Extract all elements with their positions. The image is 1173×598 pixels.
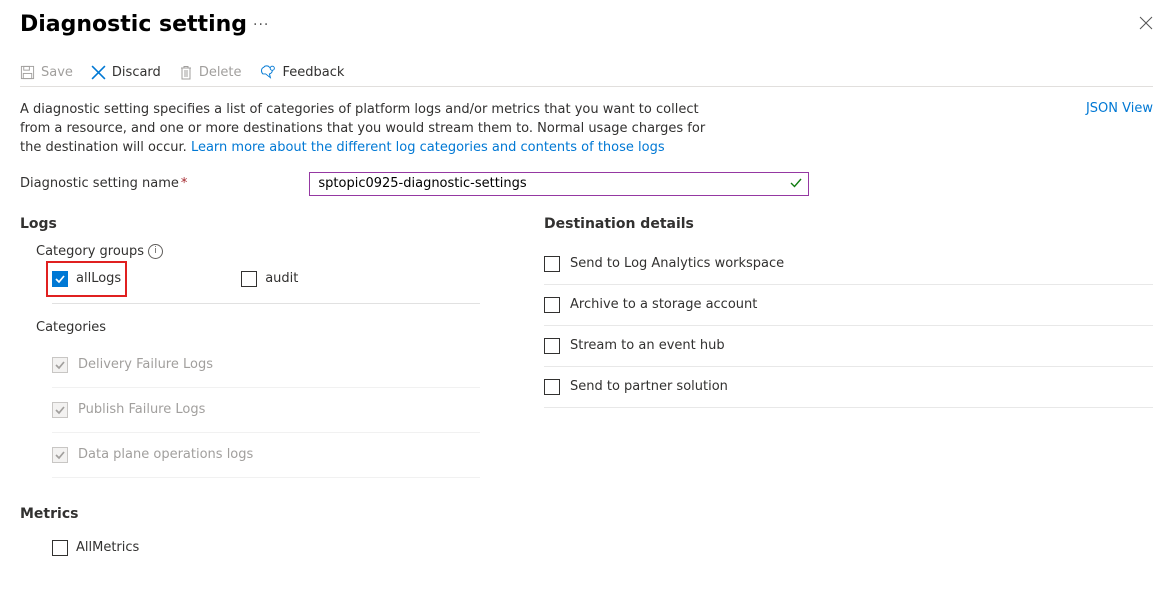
checkbox-dest-eh[interactable] — [544, 338, 560, 354]
dest-eh-label: Stream to an event hub — [570, 338, 725, 353]
category-delivery: Delivery Failure Logs — [52, 343, 480, 388]
checkbox-alllogs[interactable] — [52, 271, 68, 287]
checkbox-dataplane — [52, 447, 68, 463]
checkbox-delivery — [52, 357, 68, 373]
dest-partner-label: Send to partner solution — [570, 379, 728, 394]
metric-allmetrics[interactable]: AllMetrics — [52, 534, 480, 568]
dest-la-label: Send to Log Analytics workspace — [570, 256, 784, 271]
checkbox-audit[interactable] — [241, 271, 257, 287]
info-icon[interactable]: i — [148, 244, 163, 259]
discard-button[interactable]: Discard — [91, 65, 161, 80]
metric-allmetrics-label: AllMetrics — [76, 540, 139, 555]
checkbox-allmetrics[interactable] — [52, 540, 68, 556]
metrics-title: Metrics — [20, 506, 480, 522]
delete-label: Delete — [199, 65, 242, 80]
group-alllogs[interactable]: allLogs — [52, 267, 121, 291]
feedback-label: Feedback — [283, 65, 345, 80]
discard-icon — [91, 65, 106, 80]
checkbox-dest-storage[interactable] — [544, 297, 560, 313]
dest-storage[interactable]: Archive to a storage account — [544, 285, 1153, 326]
group-audit-label: audit — [265, 271, 298, 286]
toolbar: Save Discard Delete — [20, 65, 1153, 87]
group-alllogs-label: allLogs — [76, 271, 121, 286]
discard-label: Discard — [112, 65, 161, 80]
json-view-link[interactable]: JSON View — [1086, 101, 1153, 116]
close-icon[interactable] — [1139, 16, 1153, 34]
category-publish: Publish Failure Logs — [52, 388, 480, 433]
destination-title: Destination details — [544, 216, 1153, 232]
categories-header: Categories — [36, 320, 480, 335]
learn-more-link[interactable]: Learn more about the different log categ… — [191, 140, 665, 155]
intro-text: A diagnostic setting specifies a list of… — [20, 101, 720, 158]
logs-title: Logs — [20, 216, 480, 232]
save-label: Save — [41, 65, 73, 80]
group-audit[interactable]: audit — [241, 267, 298, 291]
category-publish-label: Publish Failure Logs — [78, 402, 205, 417]
delete-icon — [179, 65, 193, 80]
category-dataplane-label: Data plane operations logs — [78, 447, 253, 462]
dest-eventhub[interactable]: Stream to an event hub — [544, 326, 1153, 367]
checkbox-dest-la[interactable] — [544, 256, 560, 272]
save-icon — [20, 65, 35, 80]
checkbox-dest-partner[interactable] — [544, 379, 560, 395]
page-title: Diagnostic setting — [20, 12, 247, 37]
category-dataplane: Data plane operations logs — [52, 433, 480, 478]
feedback-icon — [260, 65, 277, 80]
checkbox-publish — [52, 402, 68, 418]
dest-log-analytics[interactable]: Send to Log Analytics workspace — [544, 244, 1153, 285]
diagnostic-name-input[interactable] — [309, 172, 809, 196]
name-label: Diagnostic setting name* — [20, 176, 187, 191]
save-button[interactable]: Save — [20, 65, 73, 80]
delete-button[interactable]: Delete — [179, 65, 242, 80]
category-groups-header: Category groups i — [36, 244, 480, 259]
valid-check-icon — [789, 176, 803, 194]
dest-partner[interactable]: Send to partner solution — [544, 367, 1153, 408]
dest-storage-label: Archive to a storage account — [570, 297, 757, 312]
category-delivery-label: Delivery Failure Logs — [78, 357, 213, 372]
feedback-button[interactable]: Feedback — [260, 65, 345, 80]
more-icon[interactable]: ··· — [253, 17, 269, 33]
